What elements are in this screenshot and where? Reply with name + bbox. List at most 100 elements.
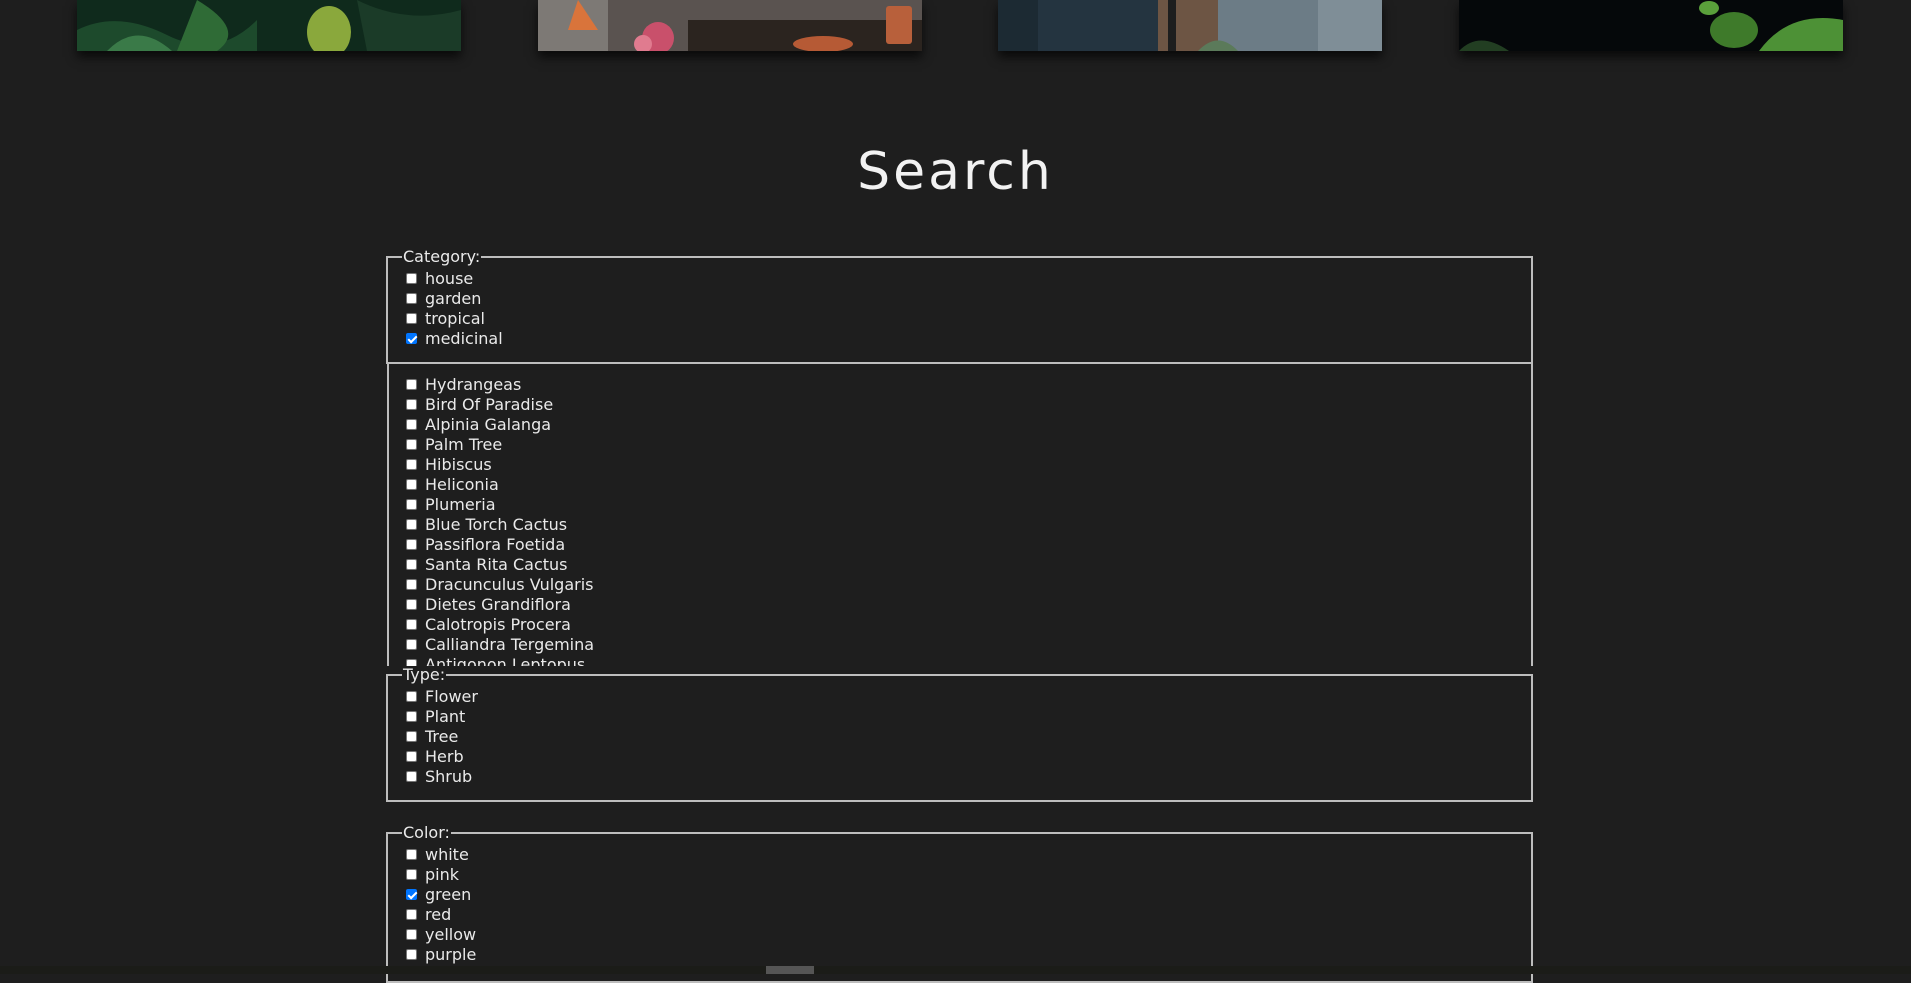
gallery-image-potting[interactable] [538, 0, 922, 51]
type-option-tree[interactable]: Tree [406, 726, 1531, 746]
category-option-garden[interactable]: garden [406, 288, 1531, 308]
checkbox[interactable] [406, 690, 417, 702]
option-label: Plumeria [425, 494, 496, 514]
type-options: Flower Plant Tree Herb Shrub [406, 686, 1531, 786]
checkbox[interactable] [406, 770, 417, 782]
option-label: Dietes Grandiflora [425, 594, 571, 614]
option-label: Alpinia Galanga [425, 414, 552, 434]
plant-option[interactable]: Alpinia Galanga [406, 414, 594, 434]
checkbox[interactable] [406, 848, 417, 860]
option-label: Heliconia [425, 474, 499, 494]
checkbox[interactable] [406, 868, 417, 880]
plant-option[interactable]: Plumeria [406, 494, 594, 514]
color-option-yellow[interactable]: yellow [406, 924, 1531, 944]
checkbox[interactable] [406, 638, 417, 650]
checkbox[interactable] [406, 418, 417, 430]
checkbox[interactable] [406, 518, 417, 530]
checkbox[interactable] [406, 438, 417, 450]
horizontal-scrollbar[interactable] [0, 966, 1911, 974]
checkbox[interactable] [406, 272, 417, 284]
plant-option[interactable]: Heliconia [406, 474, 594, 494]
gallery-image-monstera[interactable] [77, 0, 461, 51]
checkbox[interactable] [406, 908, 417, 920]
category-option-medicinal[interactable]: medicinal [406, 328, 1531, 348]
option-label: Dracunculus Vulgaris [425, 574, 594, 594]
plant-option-partial [406, 364, 594, 374]
checkbox[interactable] [406, 948, 417, 960]
category-options: house garden tropical medicinal [406, 268, 1531, 348]
checkbox[interactable] [406, 312, 417, 324]
checkbox[interactable] [406, 538, 417, 550]
checkbox-checked[interactable] [406, 332, 417, 344]
checkbox[interactable] [406, 378, 417, 390]
option-label: Hibiscus [425, 454, 492, 474]
category-fieldset: Category: house garden tropical medicina… [386, 247, 1533, 364]
option-label: Flower [425, 686, 478, 706]
checkbox[interactable] [406, 618, 417, 630]
checkbox[interactable] [406, 292, 417, 304]
page-title: Search [857, 142, 1054, 202]
color-fieldset: Color: white pink green red yellow purpl… [386, 823, 1533, 983]
option-label: white [425, 844, 469, 864]
type-option-shrub[interactable]: Shrub [406, 766, 1531, 786]
option-label: Blue Torch Cactus [425, 514, 568, 534]
checkbox[interactable] [406, 478, 417, 490]
checkbox[interactable] [406, 598, 417, 610]
color-options: white pink green red yellow purple [406, 844, 1531, 964]
color-legend: Color: [403, 823, 450, 842]
category-option-house[interactable]: house [406, 268, 1531, 288]
plant-option[interactable]: Palm Tree [406, 434, 594, 454]
option-label: red [425, 904, 452, 924]
color-option-green[interactable]: green [406, 884, 1531, 904]
option-label: Calotropis Procera [425, 614, 571, 634]
checkbox[interactable] [406, 398, 417, 410]
type-option-herb[interactable]: Herb [406, 746, 1531, 766]
option-label: Passiflora Foetida [425, 534, 566, 554]
option-label: garden [425, 288, 482, 308]
color-option-purple[interactable]: purple [406, 944, 1531, 964]
option-label: Palm Tree [425, 434, 503, 454]
option-label: house [425, 268, 474, 288]
plant-option[interactable]: Blue Torch Cactus [406, 514, 594, 534]
plant-option[interactable]: Dracunculus Vulgaris [406, 574, 594, 594]
plant-option[interactable]: Bird Of Paradise [406, 394, 594, 414]
type-fieldset: Type: Flower Plant Tree Herb Shrub [386, 665, 1533, 802]
option-label: purple [425, 944, 477, 964]
checkbox[interactable] [406, 730, 417, 742]
option-label: Santa Rita Cactus [425, 554, 568, 574]
option-label: Shrub [425, 766, 473, 786]
option-label: medicinal [425, 328, 503, 348]
type-option-flower[interactable]: Flower [406, 686, 1531, 706]
checkbox[interactable] [406, 578, 417, 590]
plant-option[interactable]: Dietes Grandiflora [406, 594, 594, 614]
checkbox[interactable] [406, 750, 417, 762]
checkbox[interactable] [406, 498, 417, 510]
plant-option[interactable]: Calliandra Tergemina [406, 634, 594, 654]
checkbox[interactable] [406, 710, 417, 722]
image-gallery [0, 0, 1911, 60]
plant-option[interactable]: Santa Rita Cactus [406, 554, 594, 574]
plant-option[interactable]: Calotropis Procera [406, 614, 594, 634]
option-label: Calliandra Tergemina [425, 634, 595, 654]
plant-option[interactable]: Passiflora Foetida [406, 534, 594, 554]
gallery-image-leaves[interactable] [1459, 0, 1843, 51]
color-option-white[interactable]: white [406, 844, 1531, 864]
checkbox[interactable] [406, 458, 417, 470]
color-option-pink[interactable]: pink [406, 864, 1531, 884]
plant-options: Hydrangeas Bird Of Paradise Alpinia Gala… [406, 364, 594, 666]
category-option-tropical[interactable]: tropical [406, 308, 1531, 328]
plant-list-scroll-area[interactable]: Hydrangeas Bird Of Paradise Alpinia Gala… [387, 364, 1533, 666]
type-option-plant[interactable]: Plant [406, 706, 1531, 726]
gallery-image-shelf[interactable] [998, 0, 1382, 51]
option-label: Hydrangeas [425, 374, 522, 394]
plant-option[interactable]: Hibiscus [406, 454, 594, 474]
checkbox[interactable] [406, 928, 417, 940]
option-label: Plant [425, 706, 466, 726]
checkbox[interactable] [406, 558, 417, 570]
option-label: green [425, 884, 472, 904]
scrollbar-thumb[interactable] [766, 966, 814, 974]
checkbox-checked[interactable] [406, 888, 417, 900]
option-label: Bird Of Paradise [425, 394, 554, 414]
color-option-red[interactable]: red [406, 904, 1531, 924]
plant-option[interactable]: Hydrangeas [406, 374, 594, 394]
